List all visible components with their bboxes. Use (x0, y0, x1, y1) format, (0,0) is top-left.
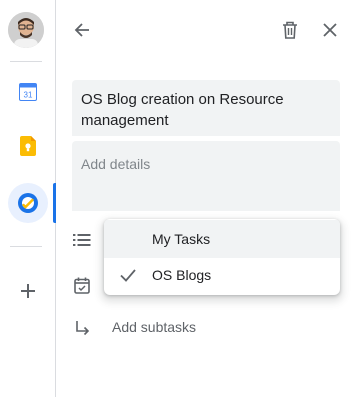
task-title: OS Blog creation on Resource management (81, 91, 284, 129)
plus-icon[interactable] (16, 279, 40, 303)
rail-divider (10, 246, 42, 247)
list-select-menu: My Tasks OS Blogs (104, 219, 340, 295)
close-icon[interactable] (318, 18, 342, 42)
menu-item-label: OS Blogs (152, 267, 212, 283)
keep-app-icon[interactable] (16, 134, 40, 158)
menu-item-os-blogs[interactable]: OS Blogs (104, 256, 340, 294)
add-subtasks-button[interactable]: Add subtasks (112, 319, 196, 335)
back-arrow-icon[interactable] (70, 18, 94, 42)
calendar-app-icon[interactable]: 31 (16, 80, 40, 104)
menu-item-label: My Tasks (152, 231, 211, 247)
avatar[interactable] (8, 12, 44, 48)
calendar-date-icon[interactable] (72, 275, 92, 295)
task-details-field[interactable]: Add details (72, 141, 340, 211)
check-icon (118, 265, 138, 288)
details-placeholder: Add details (81, 156, 151, 172)
active-indicator (53, 183, 56, 223)
tasks-app-icon[interactable] (8, 183, 48, 223)
side-rail: 31 (0, 0, 56, 397)
menu-item-my-tasks[interactable]: My Tasks (104, 220, 340, 258)
subtask-arrow-icon (72, 318, 92, 338)
list-icon (72, 230, 92, 250)
rail-divider (10, 61, 42, 62)
calendar-date-text: 31 (24, 91, 33, 100)
task-title-field[interactable]: OS Blog creation on Resource management (72, 80, 340, 136)
trash-icon[interactable] (278, 18, 302, 42)
